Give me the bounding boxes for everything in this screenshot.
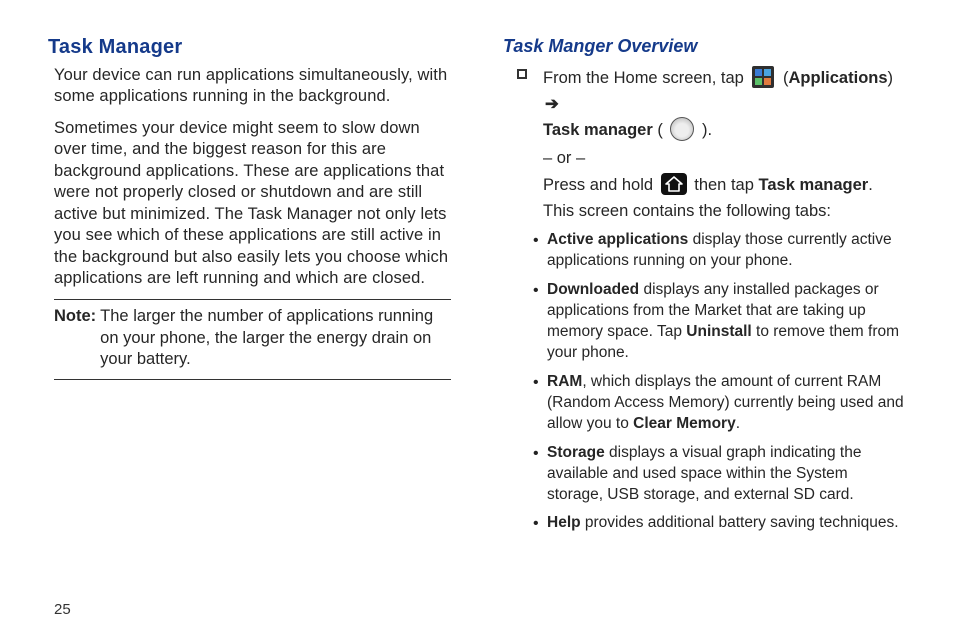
heading-overview: Task Manger Overview: [503, 36, 906, 57]
note-label: Note:: [54, 306, 96, 370]
step-row: From the Home screen, tap (Applications)…: [517, 65, 906, 224]
clear-memory-label: Clear Memory: [633, 415, 736, 432]
task-manager-bold: Task manager: [758, 176, 868, 194]
step-prefix: From the Home screen, tap: [543, 69, 748, 87]
storage-label: Storage: [547, 444, 605, 461]
or-text: – or –: [543, 146, 906, 172]
note-box: Note: The larger the number of applicati…: [54, 299, 451, 379]
help-label: Help: [547, 514, 581, 531]
two-column-layout: Task Manager Your device can run applica…: [48, 36, 906, 542]
tab-item-help: Help provides additional battery saving …: [533, 513, 906, 534]
arrow-icon: ➔: [545, 95, 559, 113]
active-label: Active applications: [547, 231, 688, 248]
applications-label: Applications: [789, 69, 888, 87]
press-hold-mid: then tap: [694, 176, 758, 194]
home-icon: [661, 173, 687, 195]
tab-list: Active applications display those curren…: [533, 230, 906, 534]
downloaded-label: Downloaded: [547, 281, 639, 298]
note-text: The larger the number of applications ru…: [100, 306, 451, 370]
press-hold-pre: Press and hold: [543, 176, 658, 194]
ram-label: RAM: [547, 373, 582, 390]
uninstall-label: Uninstall: [686, 323, 751, 340]
paragraph-detail: Sometimes your device might seem to slow…: [54, 118, 451, 290]
tab-item-storage: Storage displays a visual graph indicati…: [533, 443, 906, 506]
heading-task-manager: Task Manager: [48, 36, 451, 59]
body-text: Your device can run applications simulta…: [48, 65, 451, 289]
applications-icon: [751, 65, 775, 89]
step-text: From the Home screen, tap (Applications)…: [543, 65, 906, 224]
task-manager-icon: [670, 117, 694, 141]
square-bullet-icon: [517, 69, 527, 79]
right-column: Task Manger Overview From the Home scree…: [503, 36, 906, 542]
task-manager-label: Task manager: [543, 121, 653, 139]
tab-item-active: Active applications display those curren…: [533, 230, 906, 272]
help-rest: provides additional battery saving techn…: [581, 514, 899, 531]
left-column: Task Manager Your device can run applica…: [48, 36, 451, 542]
paragraph-intro: Your device can run applications simulta…: [54, 65, 451, 108]
ram-rest-b: .: [736, 415, 740, 432]
tab-item-ram: RAM, which displays the amount of curren…: [533, 372, 906, 435]
tab-item-downloaded: Downloaded displays any installed packag…: [533, 280, 906, 364]
page-number: 25: [54, 601, 71, 618]
